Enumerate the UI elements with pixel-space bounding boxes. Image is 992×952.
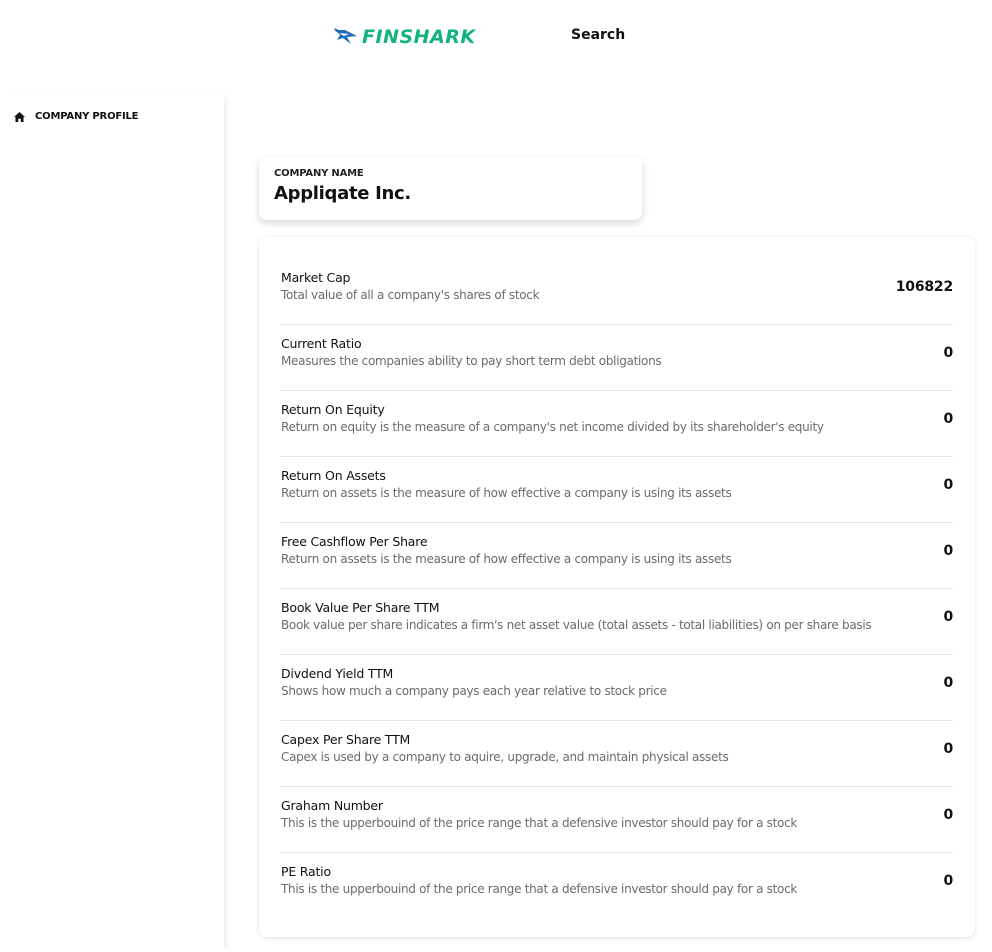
metric-description: This is the upperbouind of the price ran…	[281, 816, 798, 830]
metric-title: Divdend Yield TTM	[281, 666, 394, 681]
sidebar: COMPANY PROFILE	[0, 93, 224, 952]
metric-value: 0	[943, 675, 953, 691]
metric-description: Return on assets is the measure of how e…	[281, 486, 732, 500]
company-name-label: COMPANY NAME	[274, 168, 364, 179]
metric-value: 0	[943, 477, 953, 493]
metric-title: Graham Number	[281, 798, 383, 813]
metric-title: Return On Assets	[281, 468, 386, 483]
metric-value: 0	[943, 345, 953, 361]
metric-row-market-cap: Market Cap Total value of all a company'…	[281, 259, 953, 325]
metric-row-return-on-equity: Return On Equity Return on equity is the…	[281, 391, 953, 457]
home-icon	[14, 111, 25, 122]
metric-description: Book value per share indicates a firm's …	[281, 618, 872, 632]
search-link[interactable]: Search	[571, 27, 625, 43]
company-name-card: COMPANY NAME Appliqate Inc.	[259, 157, 642, 220]
metric-row-pe-ratio: PE Ratio This is the upperbouind of the …	[281, 853, 953, 919]
metric-description: Capex is used by a company to aquire, up…	[281, 750, 729, 764]
finshark-logo[interactable]: FINSHARK	[333, 24, 476, 50]
metric-row-book-value-per-share: Book Value Per Share TTM Book value per …	[281, 589, 953, 655]
metric-value: 0	[943, 807, 953, 823]
metric-title: Capex Per Share TTM	[281, 732, 411, 747]
metric-value: 0	[943, 741, 953, 757]
shark-icon	[334, 28, 357, 44]
metric-description: Return on assets is the measure of how e…	[281, 552, 732, 566]
metric-value: 0	[943, 543, 953, 559]
company-name: Appliqate Inc.	[274, 183, 411, 204]
metric-row-capex-per-share: Capex Per Share TTM Capex is used by a c…	[281, 721, 953, 787]
metric-title: Free Cashflow Per Share	[281, 534, 428, 549]
metric-title: Return On Equity	[281, 402, 385, 417]
metric-row-return-on-assets: Return On Assets Return on assets is the…	[281, 457, 953, 523]
metric-description: Total value of all a company's shares of…	[281, 288, 540, 302]
metric-value: 106822	[895, 279, 953, 295]
metric-value: 0	[943, 873, 953, 889]
metric-title: Book Value Per Share TTM	[281, 600, 440, 615]
top-navbar: FINSHARK Search	[0, 0, 992, 80]
metric-row-current-ratio: Current Ratio Measures the companies abi…	[281, 325, 953, 391]
sidebar-item-label: COMPANY PROFILE	[35, 111, 139, 122]
sidebar-item-company-profile[interactable]: COMPANY PROFILE	[14, 111, 139, 122]
metric-description: Shows how much a company pays each year …	[281, 684, 667, 698]
metric-title: Market Cap	[281, 270, 351, 285]
metric-title: PE Ratio	[281, 864, 331, 879]
metric-row-free-cashflow-per-share: Free Cashflow Per Share Return on assets…	[281, 523, 953, 589]
metric-row-dividend-yield: Divdend Yield TTM Shows how much a compa…	[281, 655, 953, 721]
metric-row-graham-number: Graham Number This is the upperbouind of…	[281, 787, 953, 853]
metric-value: 0	[943, 609, 953, 625]
logo-text: FINSHARK	[362, 26, 476, 48]
metric-description: This is the upperbouind of the price ran…	[281, 882, 798, 896]
metric-description: Measures the companies ability to pay sh…	[281, 354, 662, 368]
metric-title: Current Ratio	[281, 336, 362, 351]
metric-description: Return on equity is the measure of a com…	[281, 420, 824, 434]
metric-value: 0	[943, 411, 953, 427]
metrics-table: Market Cap Total value of all a company'…	[259, 237, 975, 937]
